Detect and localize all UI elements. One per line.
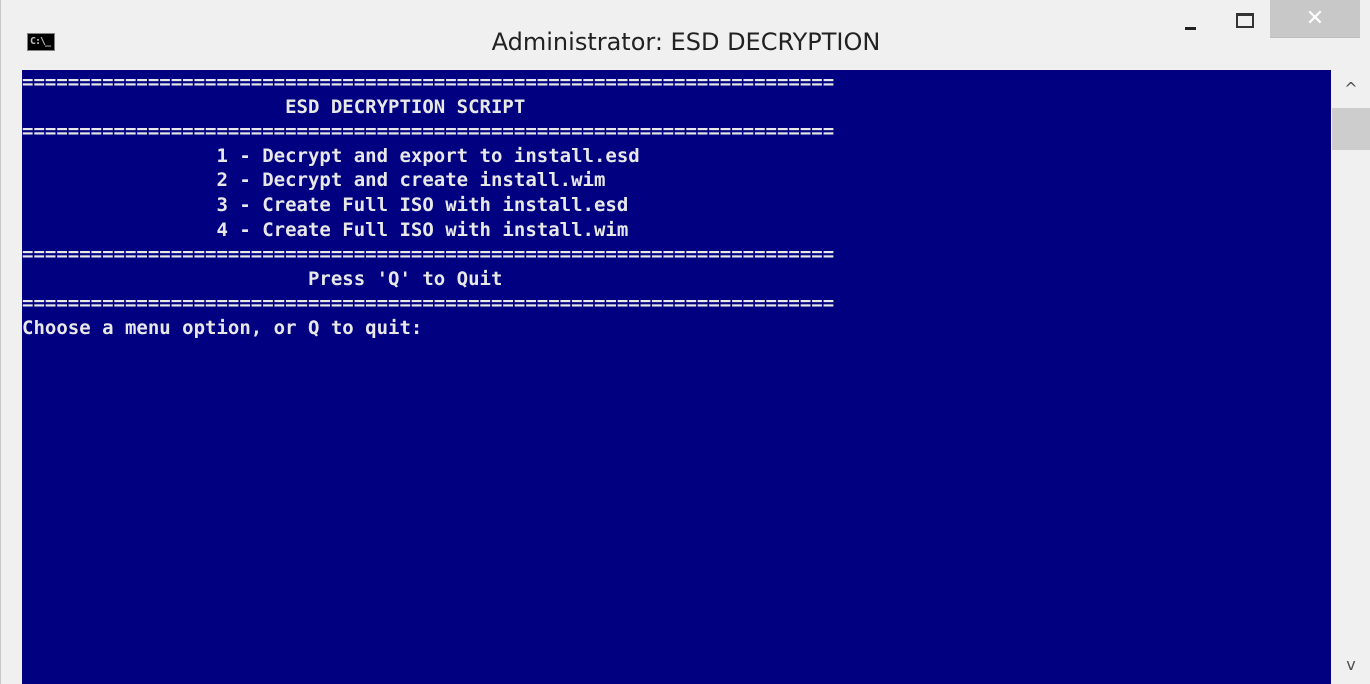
separator-line: ========================================…: [22, 292, 835, 315]
command-prompt-icon-text: C:\_: [30, 36, 51, 47]
command-prompt-icon[interactable]: C:\_: [27, 33, 55, 51]
scroll-thumb[interactable]: [1332, 108, 1370, 150]
maximize-button[interactable]: [1223, 0, 1263, 38]
menu-option-4: 4 - Create Full ISO with install.wim: [22, 218, 629, 241]
vertical-scrollbar[interactable]: ^ v: [1331, 70, 1370, 684]
separator-line: ========================================…: [22, 120, 835, 143]
title-bar[interactable]: C:\_ Administrator: ESD DECRYPTION ✕: [1, 0, 1370, 70]
separator-line: ========================================…: [22, 71, 835, 93]
close-button[interactable]: ✕: [1270, 0, 1360, 38]
quit-instruction: Press 'Q' to Quit: [22, 267, 503, 290]
console-output[interactable]: ========================================…: [22, 70, 1331, 684]
console-window: C:\_ Administrator: ESD DECRYPTION ✕ ===…: [0, 0, 1370, 684]
minimize-button[interactable]: [1173, 0, 1209, 38]
input-prompt[interactable]: Choose a menu option, or Q to quit:: [22, 316, 834, 341]
menu-option-3: 3 - Create Full ISO with install.esd: [22, 193, 629, 216]
menu-option-1: 1 - Decrypt and export to install.esd: [22, 144, 640, 167]
close-icon: ✕: [1305, 6, 1325, 31]
scroll-down-arrow-icon[interactable]: v: [1331, 648, 1370, 682]
window-title: Administrator: ESD DECRYPTION: [491, 28, 881, 56]
script-title: ESD DECRYPTION SCRIPT: [22, 95, 526, 118]
separator-line: ========================================…: [22, 243, 835, 266]
scroll-up-arrow-icon[interactable]: ^: [1331, 72, 1370, 106]
console-text: ========================================…: [22, 70, 834, 341]
menu-option-2: 2 - Decrypt and create install.wim: [22, 169, 606, 192]
